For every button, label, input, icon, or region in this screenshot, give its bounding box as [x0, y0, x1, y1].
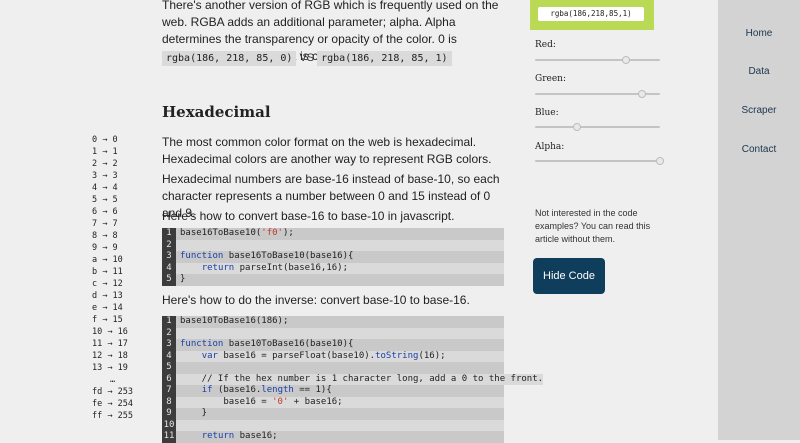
- blue-slider-label: Blue:: [535, 108, 559, 118]
- code-line: 10: [162, 419, 504, 431]
- red-slider-label: Red:: [535, 40, 556, 50]
- alpha-slider-thumb[interactable]: [656, 157, 664, 165]
- hex-row: 6 → 6: [92, 207, 118, 217]
- alpha-slider-label: Alpha:: [535, 142, 565, 152]
- hex-paragraph-4: Here's how to do the inverse: convert ba…: [162, 293, 470, 307]
- green-slider-thumb[interactable]: [637, 90, 646, 98]
- code-line: 2: [162, 239, 504, 251]
- green-slider[interactable]: [535, 90, 660, 98]
- code-line: 6 // If the hex number is 1 character lo…: [162, 373, 544, 385]
- hex-row: a → 10: [92, 255, 123, 265]
- nav-item-home[interactable]: Home: [718, 28, 800, 39]
- hex-row: ff → 255: [92, 411, 133, 421]
- code-line: 5: [162, 362, 504, 374]
- hide-code-button[interactable]: Hide Code: [533, 258, 605, 294]
- nav-item-contact[interactable]: Contact: [718, 144, 800, 155]
- hide-code-note: Not interested in the code examples? You…: [535, 208, 651, 244]
- hex-row: 3 → 3: [92, 171, 118, 181]
- color-value-label: rgba(186,218,85,1): [538, 7, 644, 21]
- section-heading-hexadecimal: Hexadecimal: [162, 103, 271, 121]
- red-slider-thumb[interactable]: [622, 56, 631, 64]
- code-line: 11 return base16;: [162, 431, 504, 443]
- green-slider-label: Green:: [535, 74, 566, 84]
- code-line: 1 base10ToBase16(186);: [162, 316, 504, 328]
- nav-item-data[interactable]: Data: [718, 66, 800, 77]
- hex-row: 5 → 5: [92, 195, 118, 205]
- red-slider[interactable]: [535, 56, 660, 64]
- inline-code-rgba-1: rgba(186, 218, 85, 1): [317, 51, 452, 66]
- code-block-base16-to-base10: 1 base16ToBase10('f0'); 2 3 function base1…: [162, 228, 504, 286]
- code-line: 1 base16ToBase10('f0');: [162, 228, 504, 240]
- hex-row: 11 → 17: [92, 339, 128, 349]
- code-line: 4 var base16 = parseFloat(base10).toStri…: [162, 350, 504, 362]
- hex-conversion-table: 0 → 0 1 → 1 2 → 2 3 → 3 4 → 4 5 → 5 6 → …: [92, 134, 133, 422]
- page: There's another version of RGB which is …: [0, 0, 718, 443]
- color-preview-swatch: rgba(186,218,85,1): [530, 0, 654, 30]
- hex-paragraph-3: Here's how to convert base-16 to base-10…: [162, 209, 455, 223]
- hex-row: 7 → 7: [92, 219, 118, 229]
- hex-paragraph-1: The most common color format on the web …: [162, 135, 492, 166]
- hex-row: 0 → 0: [92, 135, 118, 145]
- code-line: 3 function base16ToBase10(base16){: [162, 251, 504, 263]
- hex-row: 4 → 4: [92, 183, 118, 193]
- blue-slider[interactable]: [535, 123, 660, 131]
- hex-row: b → 11: [92, 267, 123, 277]
- blue-slider-thumb[interactable]: [572, 123, 581, 131]
- hex-row: 1 → 1: [92, 147, 118, 157]
- hex-row-ellipsis: …: [110, 375, 116, 385]
- code-line: 7 if (base16.length == 1){: [162, 385, 504, 397]
- hex-row: 8 → 8: [92, 231, 118, 241]
- code-block-base10-to-base16: 1 base10ToBase16(186); 2 3 function base10…: [162, 316, 544, 443]
- hex-row: 10 → 16: [92, 327, 128, 337]
- hex-row: 2 → 2: [92, 159, 118, 169]
- sidebar-nav: Home Data Scraper Contact: [718, 0, 800, 440]
- hex-row: 9 → 9: [92, 243, 118, 253]
- hex-row: fd → 253: [92, 387, 133, 397]
- hex-row: 13 → 19: [92, 363, 128, 373]
- inline-code-rgba-0: rgba(186, 218, 85, 0): [162, 51, 297, 66]
- code-line: 2: [162, 327, 504, 339]
- code-line: 9 }: [162, 408, 504, 420]
- inline-code-comparison: rgba(186, 218, 85, 0) VS rgba(186, 218, 85…: [162, 51, 452, 66]
- hex-row: 12 → 18: [92, 351, 128, 361]
- code-line: 5}: [162, 274, 504, 286]
- hex-row: d → 13: [92, 291, 123, 301]
- vs-label: VS: [299, 52, 315, 64]
- hex-row: f → 15: [92, 315, 123, 325]
- hex-row: fe → 254: [92, 399, 133, 409]
- hex-row: c → 12: [92, 279, 123, 289]
- nav-item-scraper[interactable]: Scraper: [718, 105, 800, 116]
- hex-row: e → 14: [92, 303, 123, 313]
- code-line: 8 base16 = '0' + base16;: [162, 396, 504, 408]
- code-line: 4 return parseInt(base16,16);: [162, 262, 504, 274]
- code-line: 3 function base10ToBase16(base10){: [162, 339, 504, 351]
- alpha-slider[interactable]: [535, 157, 664, 165]
